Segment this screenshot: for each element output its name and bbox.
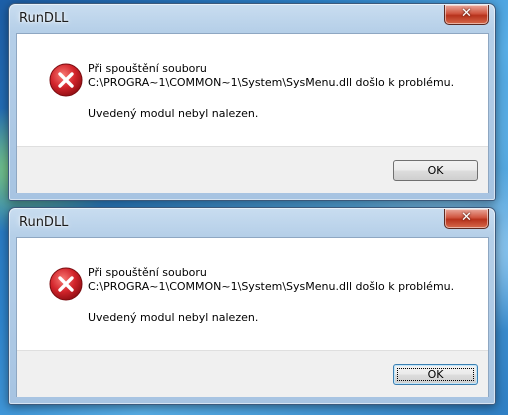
close-button[interactable]: ✕ [444,5,489,25]
message-line-1: Při spouštění souboru [88,62,207,75]
error-icon [49,267,83,301]
message-line-1: Při spouštění souboru [88,266,207,279]
rundll-dialog-2: RunDLL ✕ Při spouštění souboru C:\PROGRA… [8,207,496,405]
message-line-2: C:\PROGRA~1\COMMON~1\System\SysMenu.dll … [88,76,455,89]
message-line-3: Uvedený modul nebyl nalezen. [88,107,259,120]
ok-button[interactable]: OK [393,364,478,385]
message-area: Při spouštění souboru C:\PROGRA~1\COMMON… [17,34,488,146]
window-title: RunDLL [19,215,69,230]
window-title: RunDLL [19,11,69,26]
message-line-2: C:\PROGRA~1\COMMON~1\System\SysMenu.dll … [88,280,455,293]
close-icon: ✕ [461,210,472,225]
rundll-dialog-1: RunDLL ✕ Při spouštění souboru C:\PROGRA… [8,3,496,201]
ok-button-label: OK [427,368,444,381]
ok-button[interactable]: OK [393,160,478,181]
error-icon [49,63,83,97]
dialog-body: Při spouštění souboru C:\PROGRA~1\COMMON… [16,237,489,397]
close-icon: ✕ [461,6,472,21]
close-button[interactable]: ✕ [444,209,489,229]
button-bar: OK [17,350,488,397]
button-bar: OK [17,146,488,193]
message-area: Při spouštění souboru C:\PROGRA~1\COMMON… [17,238,488,350]
title-bar[interactable]: RunDLL ✕ [9,4,495,32]
message-line-3: Uvedený modul nebyl nalezen. [88,311,259,324]
dialog-body: Při spouštění souboru C:\PROGRA~1\COMMON… [16,33,489,193]
title-bar[interactable]: RunDLL ✕ [9,208,495,236]
